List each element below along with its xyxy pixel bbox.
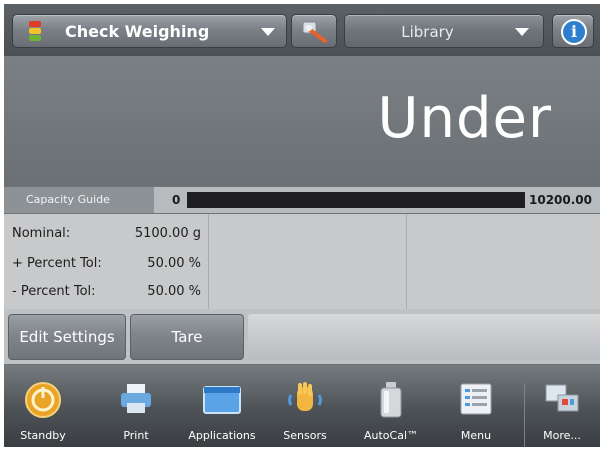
menu-list-icon [460,383,492,415]
nav-autocal[interactable]: AutoCal™ [356,365,426,447]
application-name: Check Weighing [65,22,210,41]
tools-button[interactable] [291,14,337,48]
check-result-reading: Under [377,86,552,151]
info-value: 5100.00 g [134,226,201,241]
action-bar: Edit Settings Tare [4,309,600,364]
printer-icon [121,384,151,413]
info-column-empty [209,214,407,309]
capacity-track [187,192,525,208]
info-button[interactable]: i [552,14,594,48]
nav-menu[interactable]: Menu [440,365,512,447]
nav-label: More... [543,429,581,442]
balance-screen: Check Weighing Library i Under Capacity … [4,4,600,447]
capacity-guide-label: Capacity Guide [4,187,154,213]
check-weighing-traffic-light-icon [27,21,43,43]
info-icon: i [561,19,587,45]
capacity-guide-bar: Capacity Guide 0 10200.00 [4,187,600,213]
nav-label: Print [123,429,149,442]
edit-settings-button[interactable]: Edit Settings [8,314,126,360]
nav-sensors[interactable]: Sensors [274,365,336,447]
nav-print[interactable]: Print [106,365,166,447]
info-key: Nominal: [12,226,71,241]
nav-label: Sensors [283,429,327,442]
info-value: 50.00 % [147,284,201,299]
more-icon [545,384,579,412]
action-bar-empty [248,314,600,360]
nav-divider [524,383,525,447]
calibration-weight-icon [380,382,402,418]
info-value: 50.00 % [147,256,201,271]
capacity-max-value: 10200.00 [529,193,593,207]
info-column-empty [407,214,600,309]
capacity-min-value: 0 [172,193,181,207]
nav-standby[interactable]: Standby [6,365,80,447]
nav-label: Standby [20,429,66,442]
nav-more[interactable]: More... [528,365,596,447]
nav-label: AutoCal™ [363,429,419,442]
bottom-navigation: Standby Print Applications Sensors AutoC… [4,365,600,447]
library-label: Library [401,23,454,41]
nav-applications[interactable]: Applications [176,365,268,447]
info-column-reference: Nominal: 5100.00 g + Percent Tol: 50.00 … [4,214,209,309]
top-bar: Check Weighing Library i [4,4,600,56]
hand-sensor-icon [288,382,322,411]
chevron-down-icon [261,28,275,36]
info-key: - Percent Tol: [12,284,96,299]
library-selector[interactable]: Library [344,14,544,48]
info-panel: Nominal: 5100.00 g + Percent Tol: 50.00 … [4,214,600,309]
info-key: + Percent Tol: [12,256,102,271]
nav-label: Applications [188,429,256,442]
chevron-down-icon [515,28,529,36]
nav-label: Menu [460,429,492,442]
wrench-icon [302,21,327,43]
main-display: Under [4,56,600,186]
applications-icon [203,386,241,414]
standby-icon [25,382,61,418]
tare-button[interactable]: Tare [130,314,244,360]
application-selector[interactable]: Check Weighing [12,14,287,48]
